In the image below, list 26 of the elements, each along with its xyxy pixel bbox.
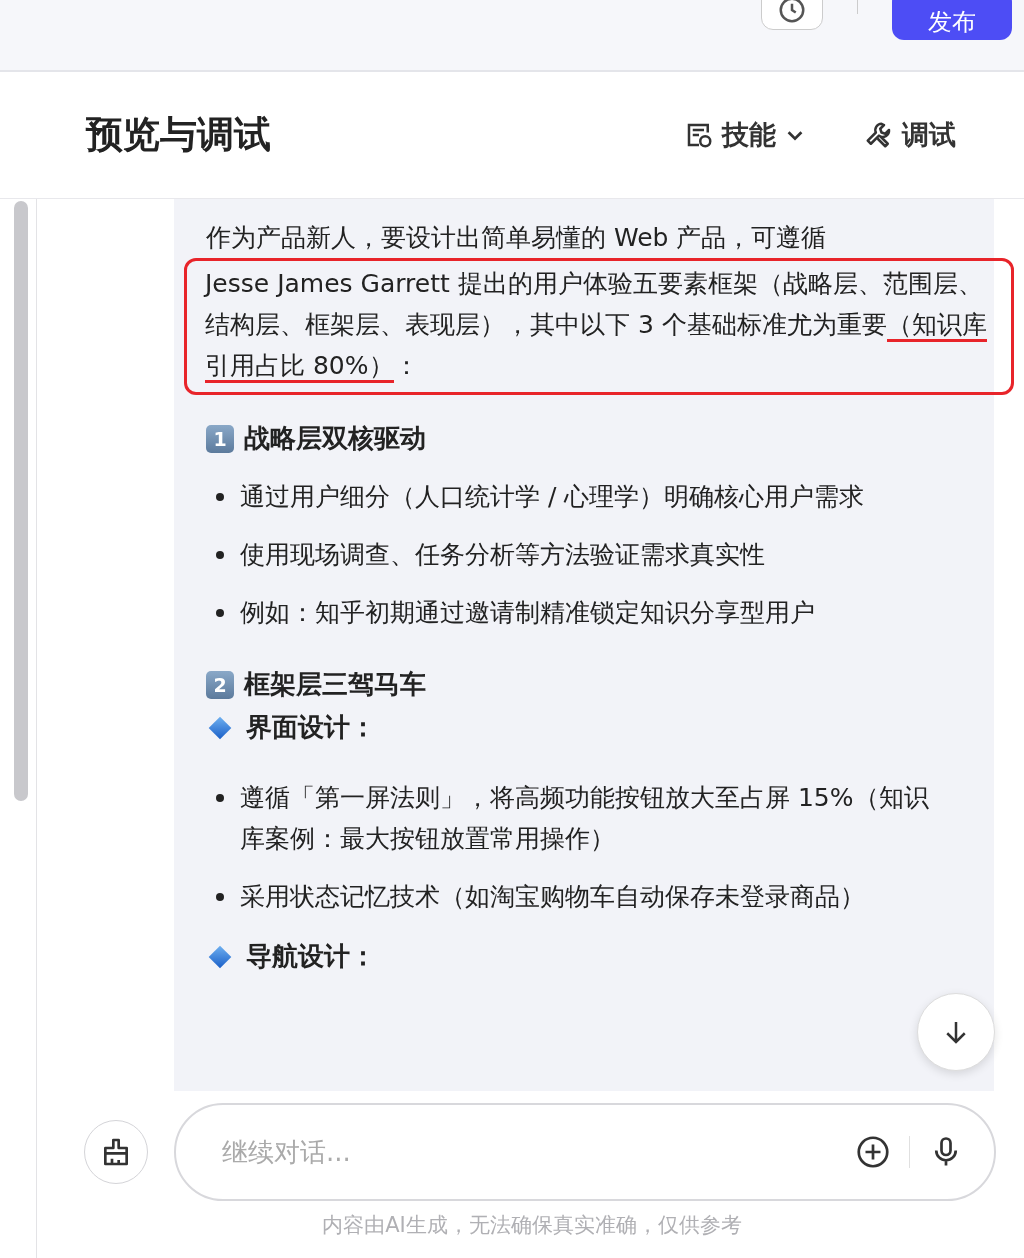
bullet-text: 采用状态记忆技术（如淘宝购物车自动保存未登录商品） <box>240 881 865 913</box>
bullet-text: 使用现场调查、任务分析等方法验证需求真实性 <box>240 539 765 571</box>
bullet-icon <box>216 609 224 617</box>
bullet-icon <box>216 493 224 501</box>
subheading: 界面设计： <box>246 711 376 744</box>
add-icon[interactable] <box>855 1134 891 1170</box>
bullet-text: 例如：知乎初期通过邀请制精准锁定知识分享型用户 <box>240 597 815 629</box>
panel-title: 预览与调试 <box>86 112 271 158</box>
bullet-icon <box>216 893 224 901</box>
section-heading: 框架层三驾马车 <box>244 668 426 701</box>
number-badge: 1 <box>206 424 234 453</box>
disclaimer-text: 内容由AI生成，无法确保真实准确，仅供参考 <box>321 1212 743 1239</box>
message-text: 作为产品新人，要设计出简单易懂的 Web 产品，可遵循 <box>206 222 828 254</box>
section-heading: 战略层双核驱动 <box>244 422 426 455</box>
history-icon <box>777 0 807 25</box>
highlighted-text: Jesse James Garrett 提出的用户体验五要素框架（战略层、范围层、结构层、框架层、表现层），其中以下 3 个基础标准尤为重要（知识库引用占比 80%）： <box>205 263 997 386</box>
bullet-text: 遵循「第一屏法则」，将高频功能按钮放大至占屏 15%（知识库案例：最大按钮放置常用操作） <box>240 782 930 855</box>
bullet-text: 通过用户细分（人口统计学 / 心理学）明确核心用户需求 <box>240 481 865 513</box>
skills-dropdown[interactable]: 技能 <box>684 117 806 153</box>
bullet-icon <box>216 551 224 559</box>
bullet-icon <box>216 794 224 802</box>
chat-input-field[interactable]: 继续对话... <box>220 1136 837 1168</box>
debug-button[interactable]: 调试 <box>864 117 956 153</box>
number-badge: 2 <box>206 670 234 699</box>
publish-button[interactable]: 发布 <box>892 0 1012 40</box>
subheading: 导航设计： <box>246 940 376 973</box>
